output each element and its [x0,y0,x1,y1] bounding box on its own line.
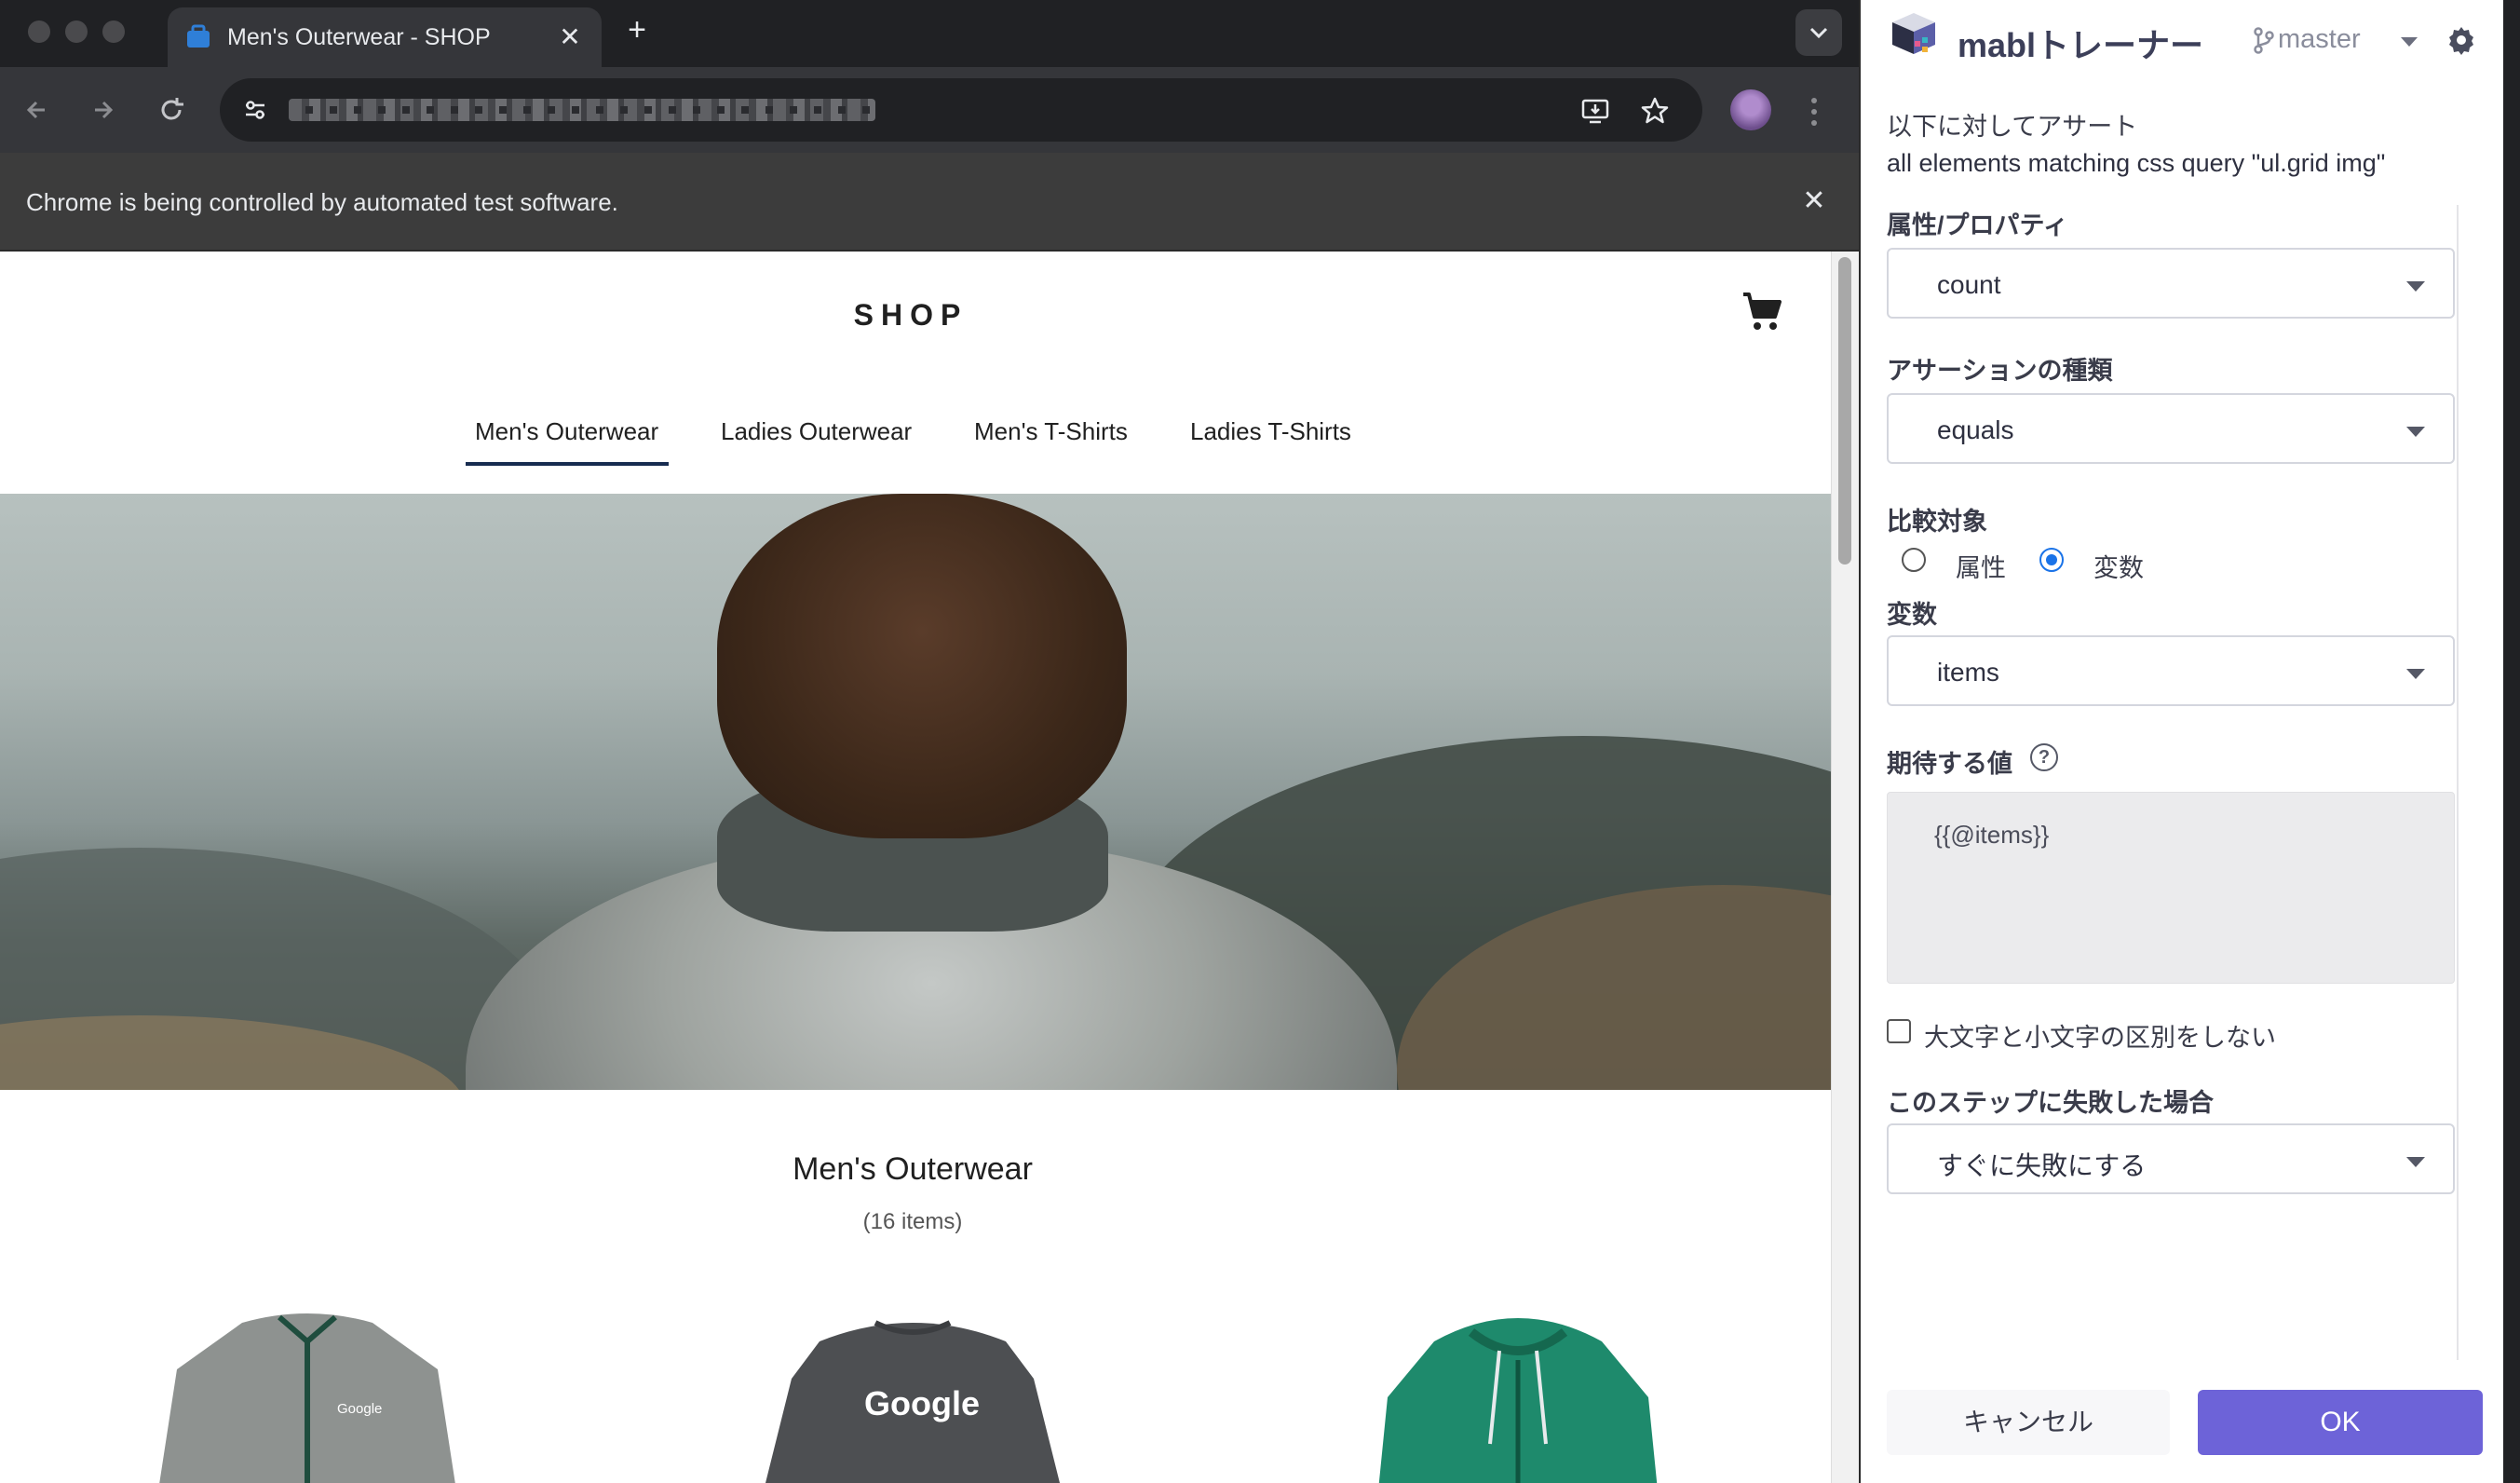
chevron-down-icon [2406,427,2425,437]
browser-toolbar [0,67,1859,153]
mabl-logo-icon [1892,13,1935,54]
window-zoom-button[interactable] [102,20,125,43]
product-card[interactable]: Google [745,1304,1080,1483]
attribute-label: 属性/プロパティ [1887,211,2068,239]
product-image [159,1313,455,1483]
tab-active[interactable]: Men's Outerwear - SHOP ✕ [168,7,602,67]
tab-strip: Men's Outerwear - SHOP ✕ + [0,0,1859,67]
compare-option-variable: 変数 [2093,554,2144,582]
branch-dropdown-caret-icon[interactable] [2401,37,2418,47]
chevron-down-icon [2406,1157,2425,1167]
kebab-menu-icon[interactable] [1805,93,1823,130]
assertion-type-value: equals [1937,415,2014,444]
screen-edge [2503,0,2520,1483]
page-scrollbar[interactable] [1831,252,1859,1483]
shop-logo[interactable]: SHOP [0,298,1822,333]
variable-select[interactable]: items [1887,635,2455,706]
assert-target: all elements matching css query "ul.grid… [1887,149,2386,177]
close-icon[interactable]: ✕ [1794,181,1835,222]
tab-close-icon[interactable]: ✕ [551,19,589,56]
new-tab-button[interactable]: + [618,11,656,48]
window-minimize-button[interactable] [65,20,88,43]
help-icon[interactable]: ? [2030,743,2058,771]
ok-button[interactable]: OK [2198,1390,2483,1455]
compare-radio-variable[interactable] [2039,548,2064,572]
tab-search-button[interactable] [1795,9,1842,56]
category-title: Men's Outerwear [793,1151,1033,1187]
chevron-down-icon [2406,669,2425,679]
shop-page: SHOP Men's Outerwear Ladies Outerwear Me… [0,252,1831,1483]
compare-option-attribute: 属性 [1956,554,2006,582]
window-close-button[interactable] [28,20,50,43]
attribute-select[interactable]: count [1887,248,2455,319]
site-settings-icon[interactable] [240,95,270,125]
product-card[interactable]: Google [140,1304,475,1483]
on-failure-label: このステップに失敗した場合 [1887,1089,2214,1117]
bookmark-star-icon[interactable] [1639,95,1671,127]
on-failure-select[interactable]: すぐに失敗にする [1887,1123,2455,1194]
on-failure-value: すぐに失敗にする [1937,1151,2147,1180]
tab-favicon-icon [187,24,210,48]
blurred-url [289,99,875,121]
expected-value-label: 期待する値 [1887,750,2012,778]
product-image [1378,1318,1658,1483]
panel-footer: キャンセル OK [1861,1360,2503,1483]
product-logo: Google [337,1401,383,1417]
nav-ladies-tshirts[interactable]: Ladies T-Shirts [1190,417,1351,446]
branch-selector[interactable]: master [2278,24,2361,55]
expected-value-field[interactable]: {{@items}} [1887,792,2455,984]
chevron-down-icon [2406,281,2425,292]
chevron-down-icon [1809,27,1828,39]
nav-mens-outerwear[interactable]: Men's Outerwear [475,417,658,446]
category-item-count: (16 items) [862,1209,963,1234]
variable-label: 変数 [1887,601,1937,629]
case-insensitive-checkbox[interactable] [1887,1019,1911,1043]
nav-ladies-outerwear[interactable]: Ladies Outerwear [721,417,912,446]
infobar-message: Chrome is being controlled by automated … [26,188,618,216]
branch-icon [2254,27,2274,54]
case-insensitive-label: 大文字と小文字の区別をしない [1924,1024,2276,1052]
automation-infobar: Chrome is being controlled by automated … [0,153,1859,252]
scrollbar-thumb[interactable] [1838,257,1851,565]
install-app-icon[interactable] [1579,95,1611,127]
compare-radio-attribute[interactable] [1902,548,1926,572]
profile-avatar[interactable] [1730,89,1771,130]
assertion-type-select[interactable]: equals [1887,393,2455,464]
mabl-trainer-panel: mablトレーナー master 以下に対してアサート all elements… [1861,0,2503,1483]
gear-icon[interactable] [2445,24,2477,56]
assertion-type-label: アサーションの種類 [1887,357,2113,385]
active-nav-indicator [466,462,669,466]
variable-select-value: items [1937,658,1999,687]
attribute-select-value: count [1937,270,2001,299]
trainer-title: mablトレーナー [1958,26,2204,64]
compare-label: 比較対象 [1887,508,1987,536]
nav-mens-tshirts[interactable]: Men's T-Shirts [974,417,1128,446]
cancel-button[interactable]: キャンセル [1887,1390,2170,1455]
address-bar[interactable] [220,78,1702,142]
expected-value-text: {{@items}} [1934,821,2050,849]
reload-icon[interactable] [149,88,194,132]
panel-scrollbar[interactable] [2457,205,2459,1360]
product-logo: Google [864,1384,980,1422]
tab-title: Men's Outerwear - SHOP [227,24,491,50]
forward-arrow-icon[interactable] [80,88,125,132]
hero-image [0,494,1831,1090]
back-arrow-icon[interactable] [15,88,60,132]
assert-heading: 以下に対してアサート [1887,113,2138,141]
cart-icon[interactable] [1740,289,1784,333]
browser-window: Men's Outerwear - SHOP ✕ + Chrome is bei… [0,0,1859,1483]
product-card[interactable] [1350,1304,1686,1483]
